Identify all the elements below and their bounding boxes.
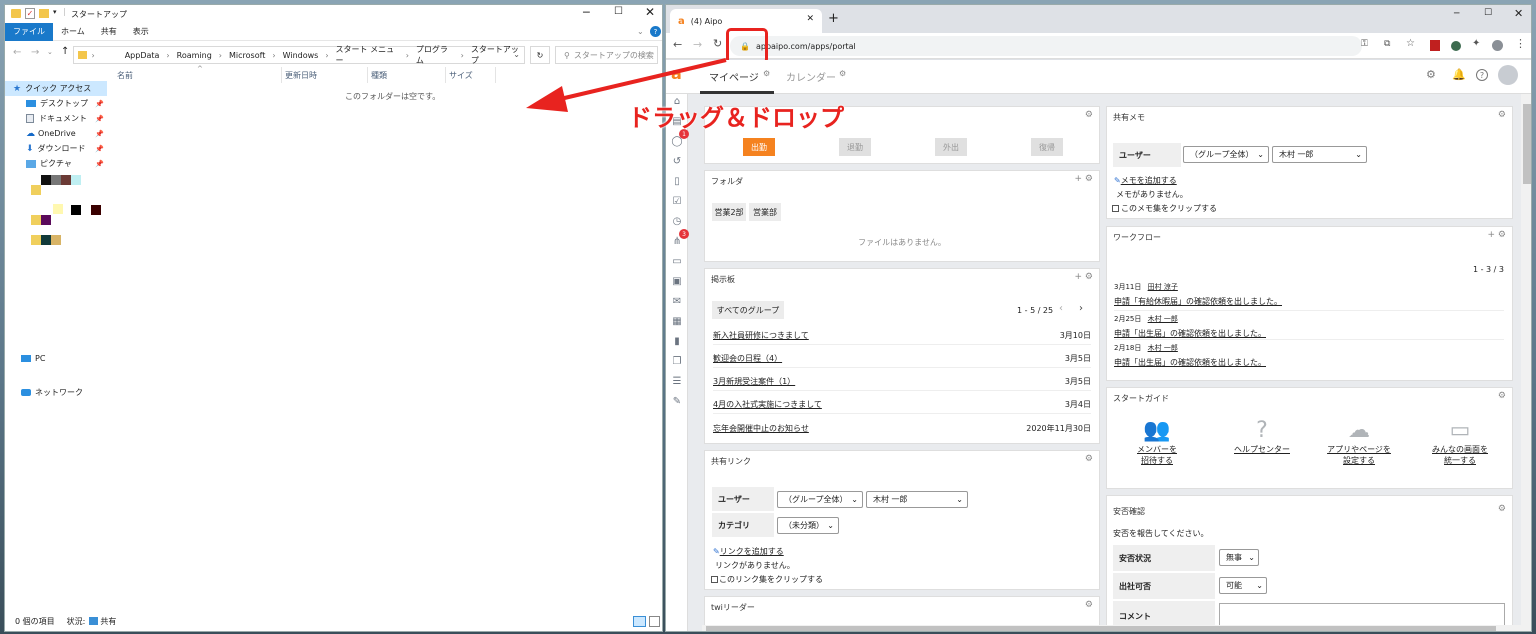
drag-arrow-line (555, 58, 727, 102)
drag-arrow-head (526, 86, 568, 112)
annotation-overlay (526, 58, 727, 112)
drag-and-drop-label: ドラッグ＆ドロップ (628, 104, 844, 132)
